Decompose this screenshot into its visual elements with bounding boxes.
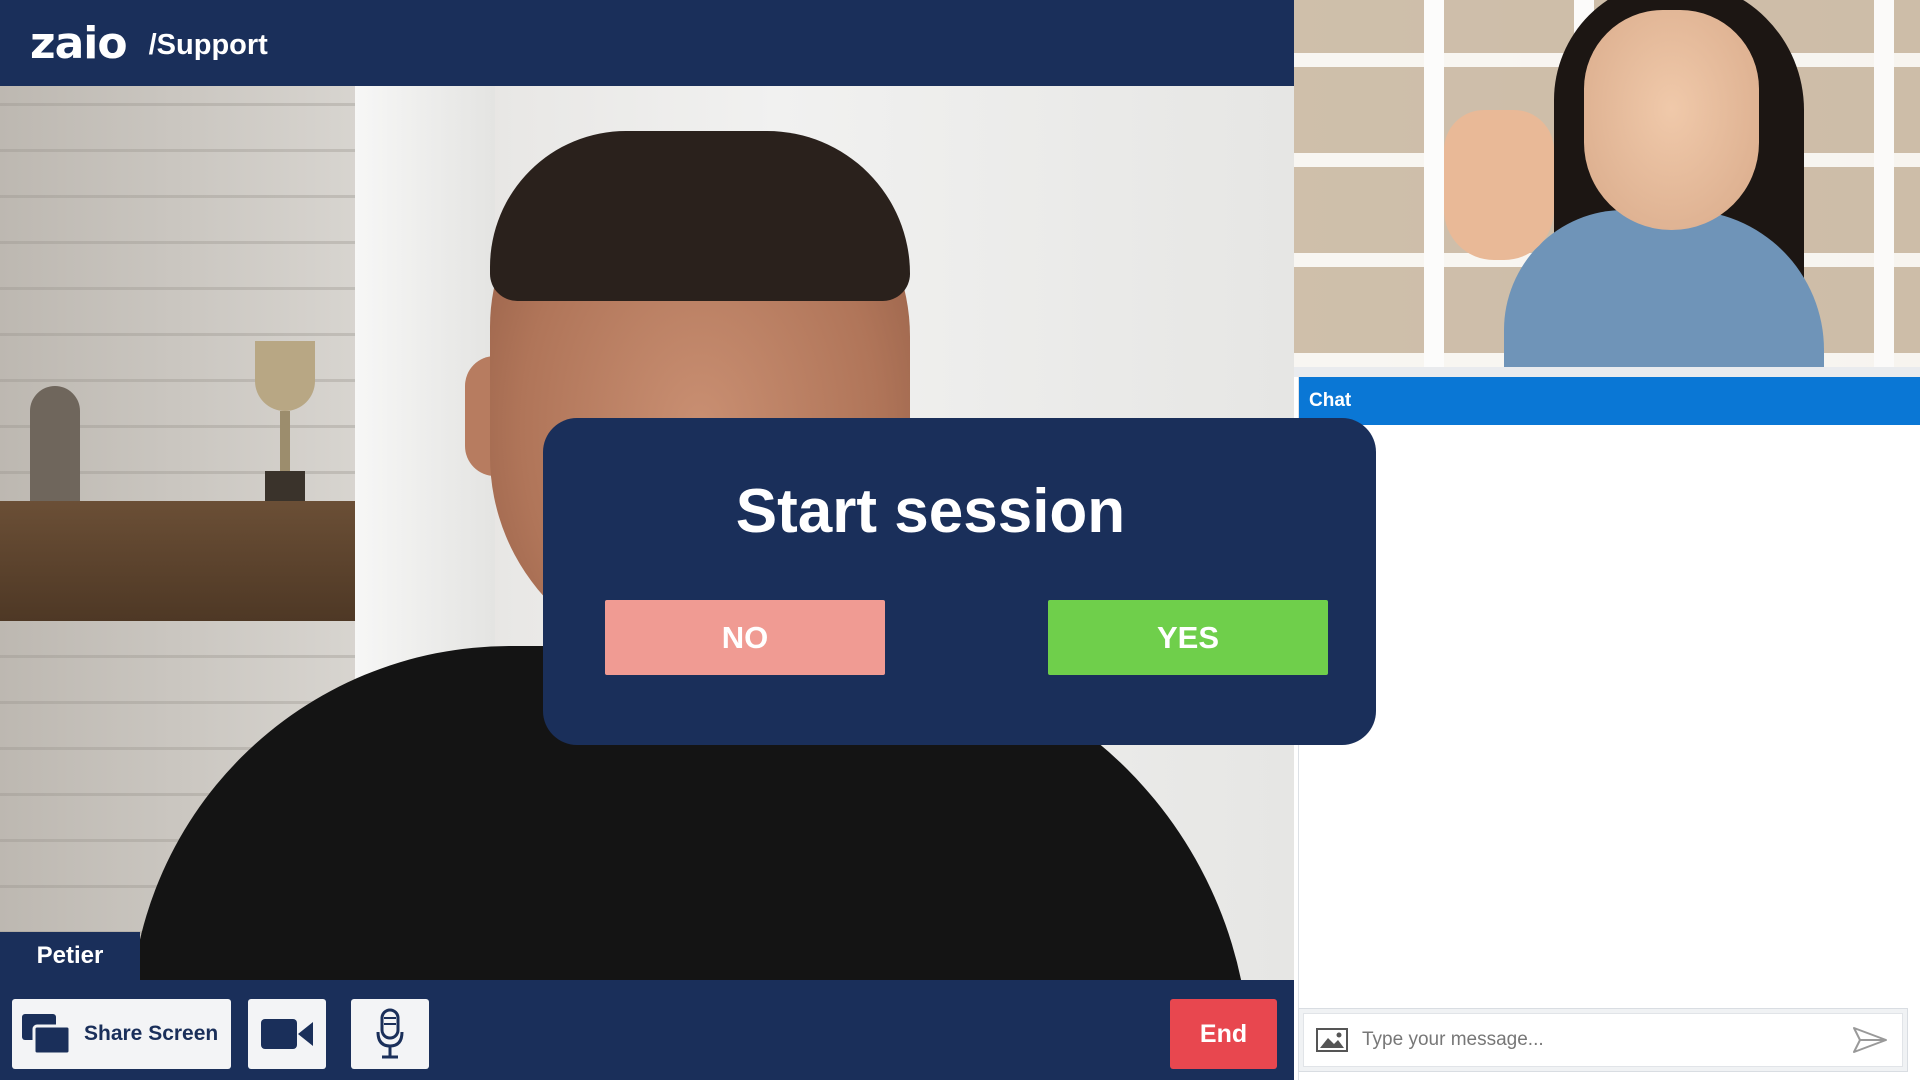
participant-name-tag: Petier	[0, 932, 140, 980]
top-bar: zaio /Support	[0, 0, 1294, 86]
share-screen-label: Share Screen	[84, 1022, 219, 1045]
chat-header: Chat	[1299, 377, 1920, 425]
video-camera-icon	[261, 1019, 313, 1049]
brand-logo[interactable]: zaio	[30, 18, 128, 69]
remote-participant	[1444, 0, 1824, 367]
video-chat-divider	[1294, 367, 1920, 377]
send-icon[interactable]	[1852, 1026, 1888, 1054]
message-input[interactable]	[1362, 1029, 1852, 1051]
microphone-toggle-button[interactable]	[351, 999, 429, 1069]
share-screen-button[interactable]: Share Screen	[12, 999, 231, 1069]
remote-video-feed	[1294, 0, 1920, 367]
dialog-title: Start session	[735, 477, 1126, 546]
chat-panel: Chat	[1298, 377, 1920, 1080]
background-statue	[30, 386, 80, 516]
chat-input-bar	[1298, 1008, 1908, 1072]
image-icon[interactable]	[1316, 1028, 1348, 1052]
no-button[interactable]: NO	[605, 600, 885, 675]
microphone-icon	[376, 1008, 404, 1059]
camera-toggle-button[interactable]	[248, 999, 326, 1069]
start-session-dialog: Start session NO YES	[543, 418, 1376, 745]
video-support-app: zaio /Support Petier Share Screen End Ch…	[0, 0, 1920, 1080]
chat-input-wrapper	[1303, 1013, 1903, 1067]
end-call-button[interactable]: End	[1170, 999, 1277, 1069]
share-screen-icon	[22, 1014, 72, 1056]
call-controls-bar: Share Screen End	[0, 980, 1294, 1080]
section-title: /Support	[148, 28, 268, 61]
yes-button[interactable]: YES	[1048, 600, 1328, 675]
chat-messages-area[interactable]	[1299, 425, 1920, 985]
